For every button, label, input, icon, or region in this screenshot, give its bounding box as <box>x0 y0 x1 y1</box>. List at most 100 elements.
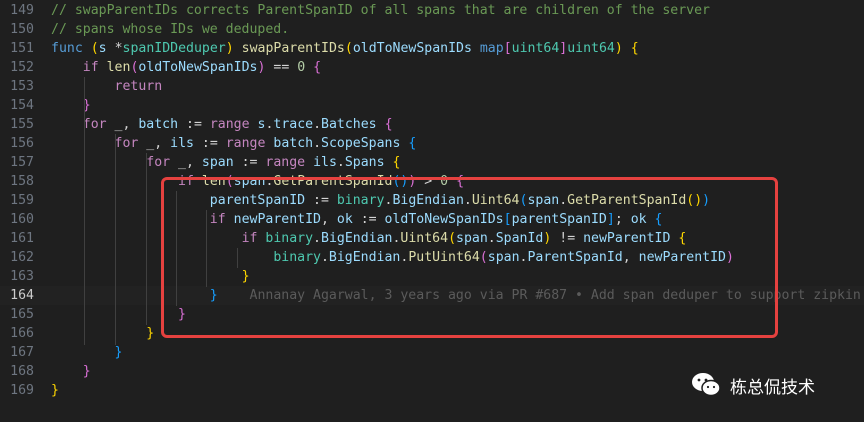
code-token: func <box>51 41 83 56</box>
code-token: ) <box>225 41 234 56</box>
code-line[interactable]: 155 for _, batch := range s.trace.Batche… <box>0 115 864 134</box>
code-token: batch <box>273 136 314 151</box>
code-line[interactable]: 156 for _, ils := range batch.ScopeSpans… <box>0 134 864 153</box>
watermark-text: 栋总侃技术 <box>730 377 815 398</box>
code-token: oldToNewSpanIDs <box>352 41 472 56</box>
code-text[interactable]: } <box>51 362 91 381</box>
code-token: trace <box>273 117 314 132</box>
code-token: len <box>106 60 131 75</box>
code-text[interactable]: } <box>51 381 59 400</box>
code-token: swapParentIDs <box>241 41 345 56</box>
code-token: 0 <box>297 60 306 75</box>
code-text[interactable]: } <box>51 343 123 362</box>
code-token: } <box>82 364 91 379</box>
code-token: batch <box>138 117 179 132</box>
code-token: // swapParentIDs corrects ParentSpanID o… <box>51 3 710 18</box>
code-line[interactable]: 153 return <box>0 77 864 96</box>
line-number: 156 <box>10 136 34 151</box>
code-token: := <box>233 155 266 170</box>
code-token: ils <box>313 155 337 170</box>
code-token: * <box>106 41 123 56</box>
code-token: Spans <box>344 155 385 170</box>
code-token: uint64 <box>567 41 615 56</box>
code-text[interactable]: func (s *spanIDDeduper) swapParentIDs(ol… <box>51 39 639 58</box>
code-token: uint64 <box>511 41 560 56</box>
code-token: } <box>114 345 123 360</box>
code-token: if <box>82 60 99 75</box>
code-text[interactable]: for _, span := range ils.Spans { <box>51 153 400 172</box>
code-token: range <box>225 136 266 151</box>
line-number: 152 <box>10 60 34 75</box>
code-token: spanIDDeduper <box>122 41 226 56</box>
code-token: // spans whose IDs we deduped. <box>51 22 290 37</box>
code-token: . <box>313 117 322 132</box>
code-line[interactable]: 167 } <box>0 343 864 362</box>
code-token: oldToNewSpanIDs <box>138 60 258 75</box>
line-number: 153 <box>10 79 34 94</box>
code-token: ScopeSpans <box>321 136 401 151</box>
code-line[interactable]: 154 } <box>0 96 864 115</box>
code-token: map <box>479 41 504 56</box>
line-number: 166 <box>10 326 34 341</box>
code-token: { <box>408 136 417 151</box>
line-number: 150 <box>10 22 34 37</box>
code-text[interactable]: // spans whose IDs we deduped. <box>51 20 289 39</box>
code-token: range <box>209 117 250 132</box>
code-line[interactable]: 149 // swapParentIDs corrects ParentSpanI… <box>0 1 864 20</box>
line-number: 163 <box>10 269 34 284</box>
code-token: == <box>265 60 298 75</box>
code-token: for <box>114 136 139 151</box>
line-number: 167 <box>10 345 34 360</box>
code-token: { <box>630 41 639 56</box>
line-number: 160 <box>10 212 34 227</box>
code-text[interactable]: // swapParentIDs corrects ParentSpanID o… <box>51 1 710 20</box>
line-number: 161 <box>10 231 34 246</box>
line-number: 165 <box>10 307 34 322</box>
code-token: { <box>392 155 401 170</box>
code-token: ( <box>344 41 353 56</box>
line-number: 151 <box>10 41 34 56</box>
code-line[interactable]: 150 // spans whose IDs we deduped. <box>0 20 864 39</box>
code-line[interactable]: 157 for _, span := range ils.Spans { <box>0 153 864 172</box>
highlight-annotation-box <box>161 177 778 338</box>
code-token: span <box>201 155 234 170</box>
code-line[interactable]: 151 func ( s *spanIDDeduper) swapParentIDs… <box>0 39 864 58</box>
line-number: 158 <box>10 174 34 189</box>
code-token: s <box>98 41 107 56</box>
code-token: _, <box>170 155 202 170</box>
code-token: for <box>82 117 107 132</box>
line-number: 159 <box>10 193 34 208</box>
line-number: 164 <box>10 288 34 303</box>
code-token: _, <box>138 136 171 151</box>
code-text[interactable]: for _, ils := range batch.ScopeSpans { <box>51 134 417 153</box>
code-token: range <box>265 155 306 170</box>
watermark: 栋总侃技术 <box>690 370 815 400</box>
code-text[interactable]: } <box>51 324 154 343</box>
code-line[interactable]: 152 if len(oldToNewSpanIDs) == 0 { <box>0 58 864 77</box>
code-text[interactable]: for _, batch := range s.trace.Batches { <box>51 115 393 134</box>
code-token: . <box>336 155 345 170</box>
line-number: 168 <box>10 364 34 379</box>
code-token: _, <box>106 117 139 132</box>
code-token: } <box>51 383 59 398</box>
indent-guide <box>146 153 147 325</box>
code-token: ) <box>614 41 623 56</box>
code-text[interactable]: return <box>51 77 163 96</box>
code-text[interactable]: if len(oldToNewSpanIDs) == 0 { <box>51 58 321 77</box>
line-number: 155 <box>10 117 34 132</box>
